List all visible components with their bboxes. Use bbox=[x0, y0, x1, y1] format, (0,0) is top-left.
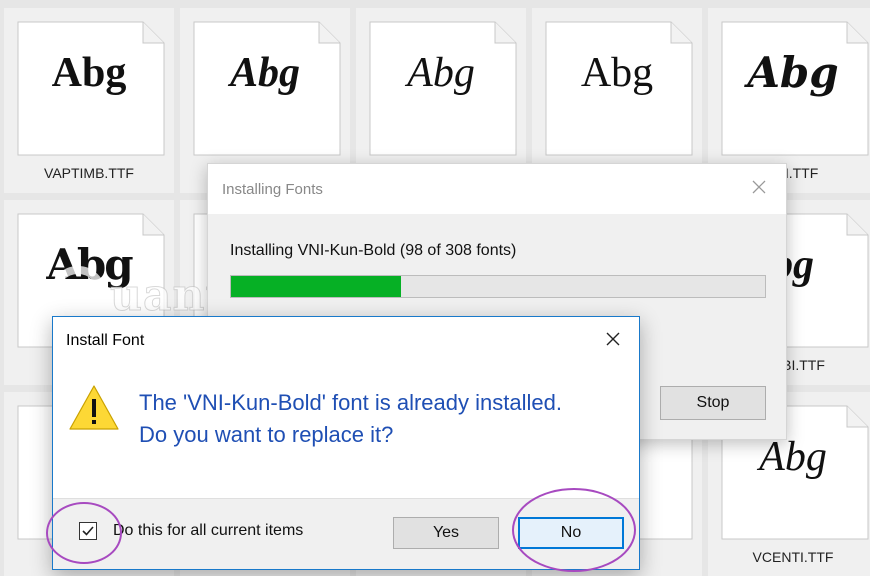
font-sample-text: Abg bbox=[580, 50, 654, 96]
no-button[interactable]: No bbox=[518, 517, 624, 549]
dialog-footer: Do this for all current items Yes No bbox=[53, 498, 639, 569]
font-sample-text: Abg bbox=[51, 50, 127, 96]
install-status-text: Installing VNI-Kun-Bold (98 of 308 fonts… bbox=[230, 242, 517, 259]
install-progress-bar bbox=[230, 275, 766, 298]
installing-fonts-title: Installing Fonts bbox=[222, 181, 323, 198]
warning-icon bbox=[68, 383, 120, 433]
close-icon[interactable] bbox=[599, 325, 627, 353]
font-sample-text: Abg bbox=[747, 48, 839, 97]
install-progress-fill bbox=[231, 276, 401, 297]
font-file-name: VAPTIMB.TTF bbox=[44, 165, 134, 181]
font-file-name: VCENTI.TTF bbox=[752, 549, 834, 565]
close-icon[interactable] bbox=[746, 174, 772, 200]
font-file-tile[interactable]: Abg VAPTIMB.TTF bbox=[4, 8, 174, 193]
font-sample-text: Abg bbox=[759, 434, 827, 480]
installing-fonts-titlebar: Installing Fonts bbox=[208, 164, 786, 214]
stop-button[interactable]: Stop bbox=[660, 386, 766, 420]
font-sample-text: Abg bbox=[407, 50, 475, 96]
apply-all-checkbox[interactable] bbox=[79, 522, 97, 540]
apply-all-label[interactable]: Do this for all current items bbox=[113, 522, 303, 540]
font-sample-text: Abg bbox=[229, 50, 300, 96]
yes-button[interactable]: Yes bbox=[393, 517, 499, 549]
font-sample-text: Abg bbox=[46, 240, 133, 289]
checkmark-icon bbox=[82, 526, 94, 536]
install-font-title: Install Font bbox=[66, 332, 145, 349]
install-font-dialog: Install Font The 'VNI-Kun-Bold' font is … bbox=[52, 316, 640, 570]
explorer-window: AbgVAPTIMB.TTFAbgAbgAbgAbgON.TTFAbgVbgON… bbox=[0, 0, 870, 576]
replace-font-message: The 'VNI-Kun-Bold' font is already insta… bbox=[139, 390, 562, 447]
